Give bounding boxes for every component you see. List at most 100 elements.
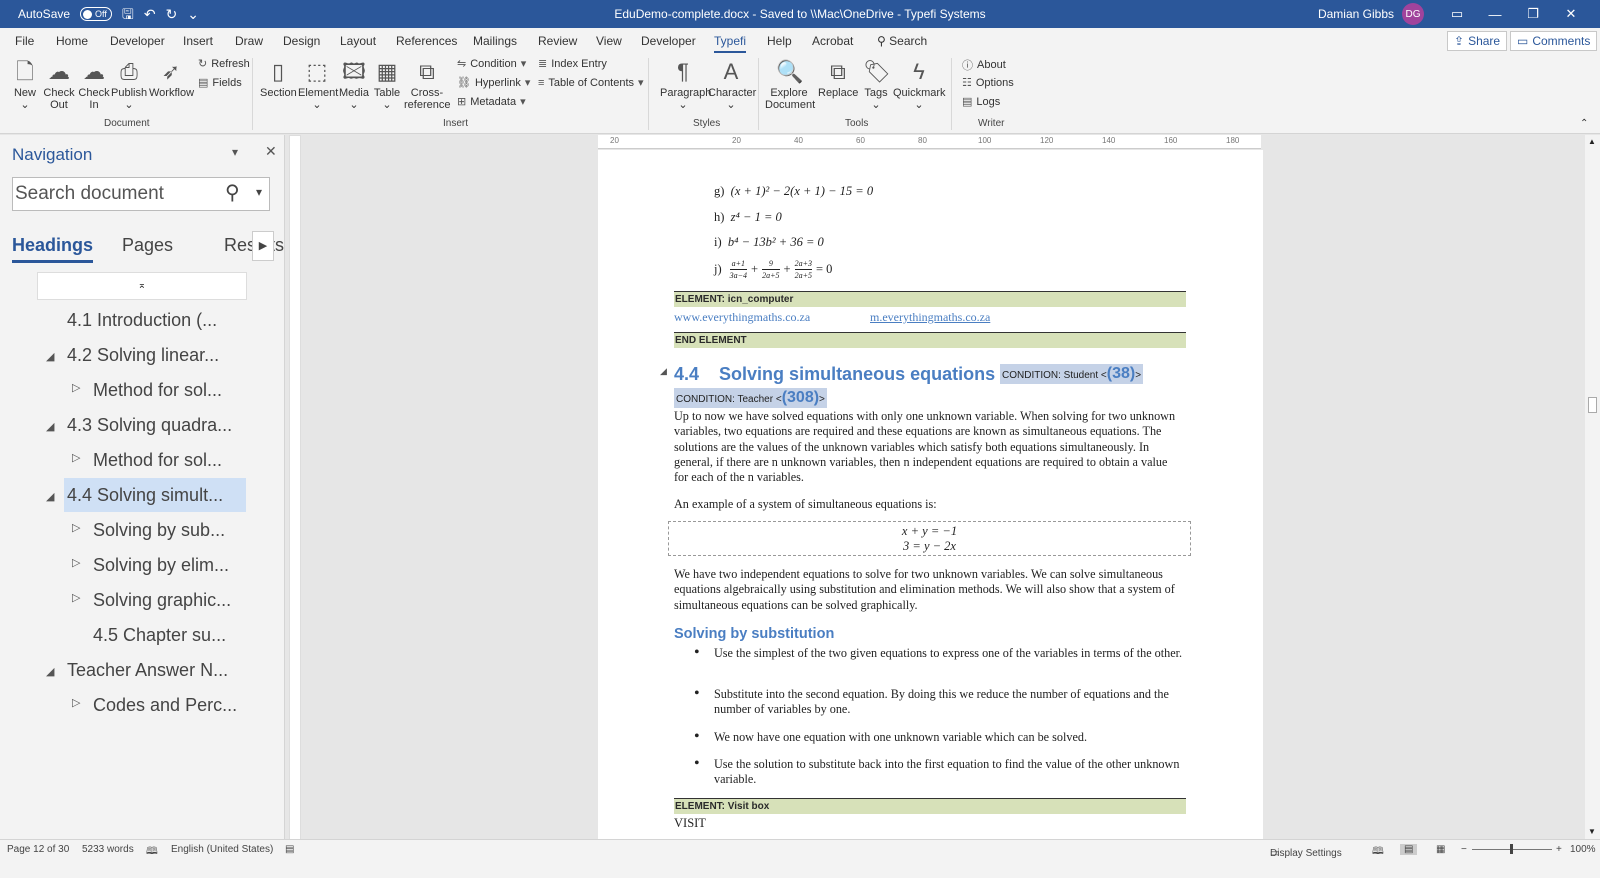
restore-icon[interactable]: ❐ xyxy=(1514,6,1552,22)
nav-heading-4-5[interactable]: 4.5 Chapter su... xyxy=(93,625,226,646)
workflow-button[interactable]: ➶ Workflow xyxy=(149,59,194,99)
nav-heading-elimination[interactable]: Solving by elim... xyxy=(93,555,229,576)
tab-developer-2[interactable]: Developer xyxy=(641,34,696,48)
tab-pages[interactable]: Pages xyxy=(122,235,173,256)
language-indicator[interactable]: English (United States) xyxy=(171,844,273,855)
fields-button[interactable]: ▤ Fields xyxy=(198,76,242,90)
replace-button[interactable]: ⧉ Replace xyxy=(818,59,858,99)
save-icon[interactable]: 🖫 xyxy=(122,7,134,21)
condition-button[interactable]: ⇋ Condition ▾ xyxy=(457,57,526,71)
tab-references[interactable]: References xyxy=(396,34,457,48)
search-input[interactable]: Search document ⚲ ▾ xyxy=(12,177,270,211)
explore-document-button[interactable]: 🔍 Explore Document xyxy=(765,59,815,111)
redo-icon[interactable]: ↻ xyxy=(166,7,178,21)
table-of-contents-button[interactable]: ≡ Table of Contents ▾ xyxy=(538,76,644,90)
tab-developer[interactable]: Developer xyxy=(110,34,165,48)
zoom-level[interactable]: 100% xyxy=(1570,844,1596,855)
collapse-ribbon-icon[interactable]: ⌃ xyxy=(1580,118,1588,129)
close-icon[interactable]: ✕ xyxy=(265,143,277,160)
user-name[interactable]: Damian Gibbs xyxy=(1318,7,1394,21)
collapsed-icon[interactable]: ▷ xyxy=(72,591,80,604)
nav-heading-method-1[interactable]: Method for sol... xyxy=(93,380,222,401)
document-page[interactable]: g) (x + 1)² − 2(x + 1) − 15 = 0 h) z⁴ − … xyxy=(598,150,1263,840)
link-mobile-everythingmaths[interactable]: m.everythingmaths.co.za xyxy=(870,310,990,325)
tags-button[interactable]: 🏷 Tags ⌄ xyxy=(862,59,891,111)
check-in-button[interactable]: ☁ Check In xyxy=(78,59,110,111)
tab-insert[interactable]: Insert xyxy=(183,34,213,48)
share-button[interactable]: ⇪ Share xyxy=(1447,31,1508,51)
table-button[interactable]: ▦ Table ⌄ xyxy=(372,59,402,111)
macro-icon[interactable]: ▤ xyxy=(285,844,294,855)
new-button[interactable]: 🗋 New ⌄ xyxy=(10,59,40,111)
tab-view[interactable]: View xyxy=(596,34,622,48)
collapsed-icon[interactable]: ▷ xyxy=(72,451,80,464)
tab-draw[interactable]: Draw xyxy=(235,34,263,48)
about-button[interactable]: ⓘ About xyxy=(962,57,1006,73)
chevron-down-icon[interactable]: ▾ xyxy=(256,185,262,199)
quickmark-button[interactable]: ϟ Quickmark ⌄ xyxy=(893,59,946,111)
nav-heading-codes[interactable]: Codes and Perc... xyxy=(93,695,237,716)
word-count[interactable]: 5233 words xyxy=(82,844,134,855)
nav-heading-4-2[interactable]: 4.2 Solving linear... xyxy=(67,345,219,366)
refresh-button[interactable]: ↻ Refresh xyxy=(198,57,250,71)
undo-icon[interactable]: ↶ xyxy=(144,7,156,21)
expanded-icon[interactable]: ◢ xyxy=(46,665,54,678)
tab-design[interactable]: Design xyxy=(283,34,320,48)
tab-layout[interactable]: Layout xyxy=(340,34,376,48)
expanded-icon[interactable]: ◢ xyxy=(46,490,54,503)
close-window-icon[interactable]: ✕ xyxy=(1552,6,1590,22)
tell-me-search[interactable]: ⚲ Search xyxy=(877,34,927,48)
tab-review[interactable]: Review xyxy=(538,34,577,48)
customize-qat-icon[interactable]: ⌄ xyxy=(187,7,199,21)
tab-acrobat[interactable]: Acrobat xyxy=(812,34,853,48)
element-button[interactable]: ⬚ Element ⌄ xyxy=(298,59,338,111)
expanded-icon[interactable]: ◢ xyxy=(46,420,54,433)
hyperlink-button[interactable]: ⛓ Hyperlink ▾ xyxy=(457,76,530,90)
autosave-toggle[interactable]: Off xyxy=(80,7,112,21)
vertical-scrollbar[interactable]: ▲ ▼ xyxy=(1585,135,1600,840)
nav-heading-4-4[interactable]: 4.4 Solving simult... xyxy=(64,478,246,512)
read-mode-icon[interactable]: 🕮 xyxy=(1372,844,1384,861)
cross-reference-button[interactable]: ⧉ Cross-reference xyxy=(404,59,450,111)
paragraph-button[interactable]: ¶ Paragraph ⌄ xyxy=(660,59,711,111)
zoom-thumb[interactable] xyxy=(1510,844,1513,854)
web-layout-icon[interactable]: ▦ xyxy=(1436,844,1445,855)
section-button[interactable]: ▯ Section xyxy=(260,59,297,99)
tab-help[interactable]: Help xyxy=(767,34,792,48)
minimize-icon[interactable]: — xyxy=(1476,7,1514,22)
collapsed-icon[interactable]: ▷ xyxy=(72,556,80,569)
comments-button[interactable]: ▭ Comments xyxy=(1510,31,1598,51)
expanded-icon[interactable]: ◢ xyxy=(46,350,54,363)
nav-heading-4-3[interactable]: 4.3 Solving quadra... xyxy=(67,415,232,436)
options-button[interactable]: ☷ Options xyxy=(962,76,1014,90)
print-layout-icon[interactable]: ▤ xyxy=(1400,844,1418,855)
metadata-button[interactable]: ⊞ Metadata ▾ xyxy=(457,95,526,109)
chevron-right-icon[interactable]: ▶ xyxy=(252,231,274,261)
zoom-in-icon[interactable]: + xyxy=(1556,844,1562,855)
character-button[interactable]: A Character ⌄ xyxy=(708,59,756,111)
scroll-up-icon[interactable]: ▲ xyxy=(1588,137,1596,146)
scroll-down-icon[interactable]: ▼ xyxy=(1588,827,1596,836)
tab-file[interactable]: File xyxy=(15,34,34,48)
nav-options-icon[interactable]: ▾ xyxy=(232,145,238,159)
collapse-heading-icon[interactable]: ◢ xyxy=(660,366,667,377)
link-everythingmaths[interactable]: www.everythingmaths.co.za xyxy=(674,310,810,325)
media-button[interactable]: 🖾 Media ⌄ xyxy=(338,59,370,111)
tab-home[interactable]: Home xyxy=(56,34,88,48)
collapsed-icon[interactable]: ▷ xyxy=(72,696,80,709)
nav-heading-teacher[interactable]: Teacher Answer N... xyxy=(67,660,228,681)
publish-button[interactable]: ⎙ Publish ⌄ xyxy=(111,59,147,111)
page-indicator[interactable]: Page 12 of 30 xyxy=(7,844,69,855)
nav-heading-substitution[interactable]: Solving by sub... xyxy=(93,520,225,541)
ribbon-display-icon[interactable]: ▭ xyxy=(1438,6,1476,22)
nav-heading-method-2[interactable]: Method for sol... xyxy=(93,450,222,471)
logs-button[interactable]: ▤ Logs xyxy=(962,95,1000,109)
scroll-thumb[interactable] xyxy=(1588,397,1597,413)
tab-headings[interactable]: Headings xyxy=(12,235,94,263)
nav-heading-4-1[interactable]: 4.1 Introduction (... xyxy=(67,310,217,331)
collapse-headings-button[interactable]: ⌅ xyxy=(37,272,247,300)
index-entry-button[interactable]: ≣ Index Entry xyxy=(538,57,607,71)
tab-typefi[interactable]: Typefi xyxy=(714,34,747,53)
check-out-button[interactable]: ☁ Check Out xyxy=(42,59,76,111)
zoom-out-icon[interactable]: − xyxy=(1461,844,1467,855)
